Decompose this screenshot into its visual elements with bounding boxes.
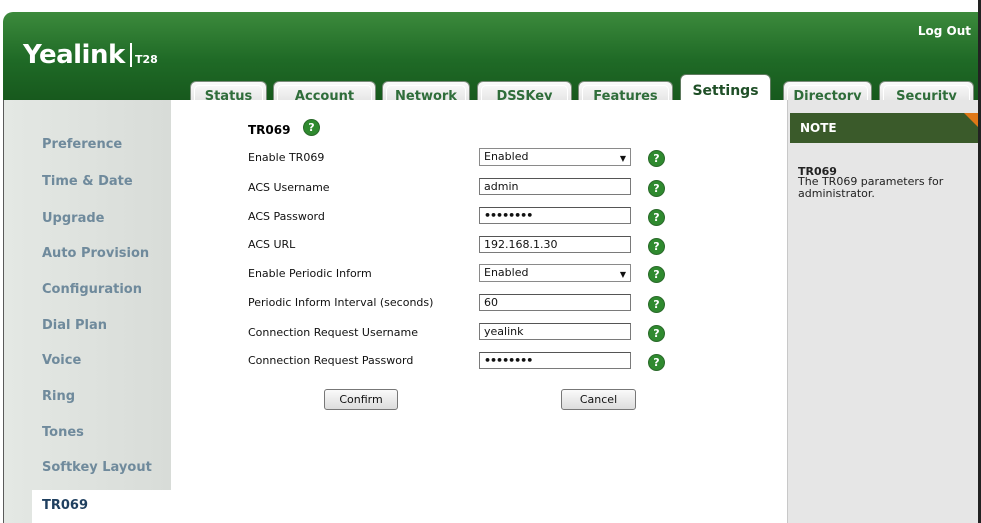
sidebar-item-softkey-layout[interactable]: Softkey Layout [42,460,152,475]
tab-label: Settings [692,83,759,99]
acs-password-label: ACS Password [248,210,325,223]
model-label: T28 [135,53,158,66]
enable-tr069-label: Enable TR069 [248,151,325,164]
sidebar-item-ring[interactable]: Ring [42,389,75,404]
help-icon[interactable]: ? [648,209,665,226]
help-icon[interactable]: ? [303,119,320,136]
sidebar-item-tr069[interactable]: TR069 [42,498,88,513]
enable-periodic-inform-select[interactable]: Enabled ▼ [479,264,631,282]
yealink-logo: Yealink [23,40,125,70]
settings-form: TR069 ? Enable TR069 Enabled ▼ ? ACS Use… [171,100,787,523]
logo-divider [130,43,132,67]
help-icon[interactable]: ? [648,354,665,371]
connection-request-username-label: Connection Request Username [248,326,418,339]
help-icon[interactable]: ? [648,325,665,342]
select-value: Enabled [484,150,529,163]
logout-link[interactable]: Log Out [918,24,971,38]
help-icon[interactable]: ? [648,266,665,283]
help-icon[interactable]: ? [648,296,665,313]
cancel-button[interactable]: Cancel [561,389,636,410]
help-icon[interactable]: ? [648,180,665,197]
acs-url-label: ACS URL [248,238,296,251]
connection-request-password-field[interactable]: •••••••• [479,352,631,369]
help-icon[interactable]: ? [648,238,665,255]
acs-username-label: ACS Username [248,181,330,194]
sidebar-item-voice[interactable]: Voice [42,353,81,368]
sidebar-item-configuration[interactable]: Configuration [42,282,142,297]
enable-periodic-inform-label: Enable Periodic Inform [248,267,372,280]
sidebar-item-tones[interactable]: Tones [42,425,84,440]
note-header: NOTE [790,113,981,143]
sidebar-item-dial-plan[interactable]: Dial Plan [42,318,107,333]
sidebar-item-time-date[interactable]: Time & Date [42,174,133,189]
periodic-inform-interval-field[interactable]: 60 [479,294,631,311]
connection-request-password-label: Connection Request Password [248,354,414,367]
sidebar-item-upgrade[interactable]: Upgrade [42,211,104,226]
select-value: Enabled [484,266,529,279]
chevron-down-icon: ▼ [619,270,626,279]
acs-password-field[interactable]: •••••••• [479,207,631,224]
header-bar: Yealink T28 Log Out Status Account Netwo… [3,12,981,112]
sidebar: Preference Time & Date Upgrade Auto Prov… [3,100,175,523]
note-panel: NOTE TR069 The TR069 parameters for admi… [787,100,981,523]
web-page: Yealink T28 Log Out Status Account Netwo… [0,0,981,523]
sidebar-item-preference[interactable]: Preference [42,137,122,152]
acs-url-field[interactable]: 192.168.1.30 [479,236,631,253]
chevron-down-icon: ▼ [619,154,626,163]
sidebar-item-auto-provision[interactable]: Auto Provision [42,246,149,261]
connection-request-username-field[interactable]: yealink [479,323,631,340]
periodic-inform-interval-label: Periodic Inform Interval (seconds) [248,296,434,309]
note-text: The TR069 parameters for administrator. [798,175,944,200]
note-title: NOTE [800,121,837,135]
acs-username-field[interactable]: admin [479,178,631,195]
confirm-button[interactable]: Confirm [324,389,398,410]
help-icon[interactable]: ? [648,150,665,167]
section-title: TR069 [248,123,291,137]
enable-tr069-select[interactable]: Enabled ▼ [479,148,631,166]
